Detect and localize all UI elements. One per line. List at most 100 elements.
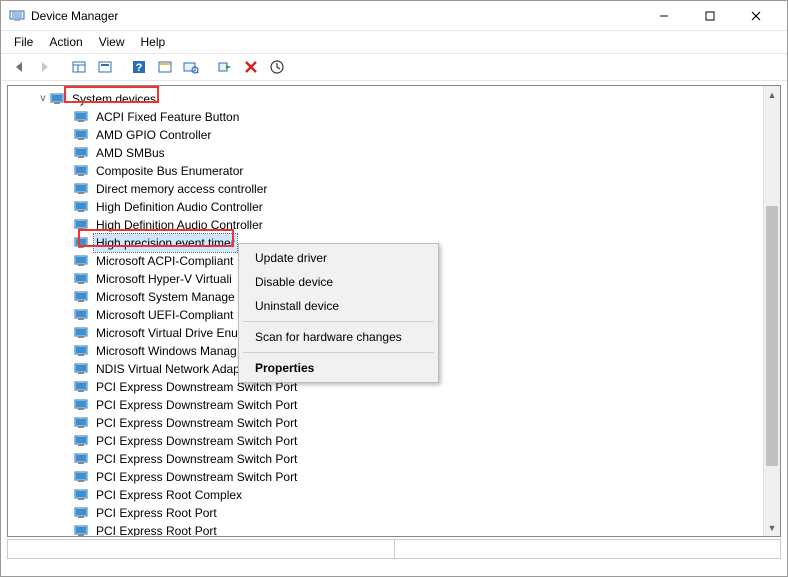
device-icon [74,344,90,358]
menu-file[interactable]: File [7,33,40,51]
device-icon [74,308,90,322]
close-button[interactable] [733,1,779,31]
content-area: v System devicesACPI Fixed Feature Button… [1,81,787,559]
ctx-uninstall-device[interactable]: Uninstall device [241,294,436,318]
tree-device-row[interactable]: Composite Bus Enumerator [8,162,780,180]
device-icon [74,416,90,430]
tree-device-label: PCI Express Downstream Switch Port [94,414,299,432]
device-icon [74,236,90,250]
tree-device-label: ACPI Fixed Feature Button [94,108,241,126]
tree-device-row[interactable]: AMD GPIO Controller [8,126,780,144]
toolbar: ? [1,53,787,81]
device-icon [74,110,90,124]
tree-device-label: PCI Express Downstream Switch Port [94,432,299,450]
titlebar: Device Manager [1,1,787,31]
device-icon [74,452,90,466]
tree-device-label: AMD GPIO Controller [94,126,213,144]
device-icon [74,200,90,214]
tree-device-row[interactable]: AMD SMBus [8,144,780,162]
properties-button[interactable] [93,55,117,79]
tree-device-label: Composite Bus Enumerator [94,162,245,180]
scrollbar-up-icon[interactable]: ▲ [764,86,780,103]
tree-device-label: Microsoft Virtual Drive Enu [94,324,240,342]
tree-device-row[interactable]: High Definition Audio Controller [8,216,780,234]
tree-device-row[interactable]: High Definition Audio Controller [8,198,780,216]
svg-text:?: ? [136,62,143,74]
device-icon [74,506,90,520]
device-icon [74,380,90,394]
tree-device-row[interactable]: Direct memory access controller [8,180,780,198]
tree-device-label: Microsoft ACPI-Compliant [94,252,235,270]
window-title: Device Manager [31,9,641,23]
chevron-down-icon[interactable]: v [36,90,50,108]
tree-device-row[interactable]: PCI Express Downstream Switch Port [8,396,780,414]
tree-device-row[interactable]: PCI Express Downstream Switch Port [8,450,780,468]
action-button[interactable] [153,55,177,79]
vertical-scrollbar[interactable]: ▲ ▼ [763,86,780,536]
ctx-properties[interactable]: Properties [241,356,436,380]
app-icon [9,8,25,24]
device-icon [74,164,90,178]
forward-button[interactable] [33,55,57,79]
tree-device-label: PCI Express Downstream Switch Port [94,450,299,468]
tree-device-label: AMD SMBus [94,144,167,162]
device-icon [74,488,90,502]
tree-device-label: NDIS Virtual Network Adap [94,360,242,378]
enable-device-button[interactable] [213,55,237,79]
device-icon [74,470,90,484]
show-hide-tree-button[interactable] [67,55,91,79]
tree-device-label: High Definition Audio Controller [94,198,265,216]
tree-device-row[interactable]: PCI Express Root Complex [8,486,780,504]
help-button[interactable]: ? [127,55,151,79]
device-icon [74,272,90,286]
tree-device-label: Microsoft Windows Manag [94,342,239,360]
tree-root-row[interactable]: v System devices [8,90,780,108]
scrollbar-thumb[interactable] [766,206,778,466]
back-button[interactable] [7,55,31,79]
tree-device-row[interactable]: PCI Express Downstream Switch Port [8,468,780,486]
device-icon [74,254,90,268]
menu-help[interactable]: Help [134,33,173,51]
tree-device-label: Microsoft Hyper-V Virtuali [94,270,234,288]
tree-device-row[interactable]: PCI Express Root Port [8,522,780,537]
device-icon [74,434,90,448]
device-icon [74,146,90,160]
tree-device-label: PCI Express Downstream Switch Port [94,396,299,414]
tree-root-label: System devices [70,90,158,108]
tree-device-row[interactable]: PCI Express Downstream Switch Port [8,432,780,450]
device-icon [74,218,90,232]
tree-device-label: PCI Express Root Complex [94,486,244,504]
uninstall-device-button[interactable] [239,55,263,79]
device-icon [74,398,90,412]
tree-device-row[interactable]: ACPI Fixed Feature Button [8,108,780,126]
tree-device-label: High Definition Audio Controller [94,216,265,234]
menu-action[interactable]: Action [42,33,89,51]
device-icon [74,326,90,340]
menu-view[interactable]: View [92,33,132,51]
ctx-update-driver[interactable]: Update driver [241,246,436,270]
update-driver-button[interactable] [265,55,289,79]
tree-device-label: Microsoft System Manage [94,288,237,306]
tree-device-row[interactable]: PCI Express Downstream Switch Port [8,414,780,432]
device-icon [74,128,90,142]
scrollbar-down-icon[interactable]: ▼ [764,519,780,536]
ctx-separator [243,321,434,322]
statusbar [7,539,781,559]
context-menu: Update driver Disable device Uninstall d… [238,243,439,383]
device-icon [74,524,90,537]
device-icon [74,182,90,196]
tree-device-label: High precision event timer [94,234,237,252]
menubar: File Action View Help [1,31,787,53]
maximize-button[interactable] [687,1,733,31]
tree-device-row[interactable]: PCI Express Root Port [8,504,780,522]
ctx-separator [243,352,434,353]
ctx-scan-hardware[interactable]: Scan for hardware changes [241,325,436,349]
minimize-button[interactable] [641,1,687,31]
tree-device-label: PCI Express Downstream Switch Port [94,468,299,486]
tree-device-label: PCI Express Root Port [94,522,219,537]
tree-device-label: Microsoft UEFI-Compliant [94,306,235,324]
tree-device-label: PCI Express Root Port [94,504,219,522]
ctx-disable-device[interactable]: Disable device [241,270,436,294]
scan-hardware-button[interactable] [179,55,203,79]
computer-icon [50,92,66,106]
